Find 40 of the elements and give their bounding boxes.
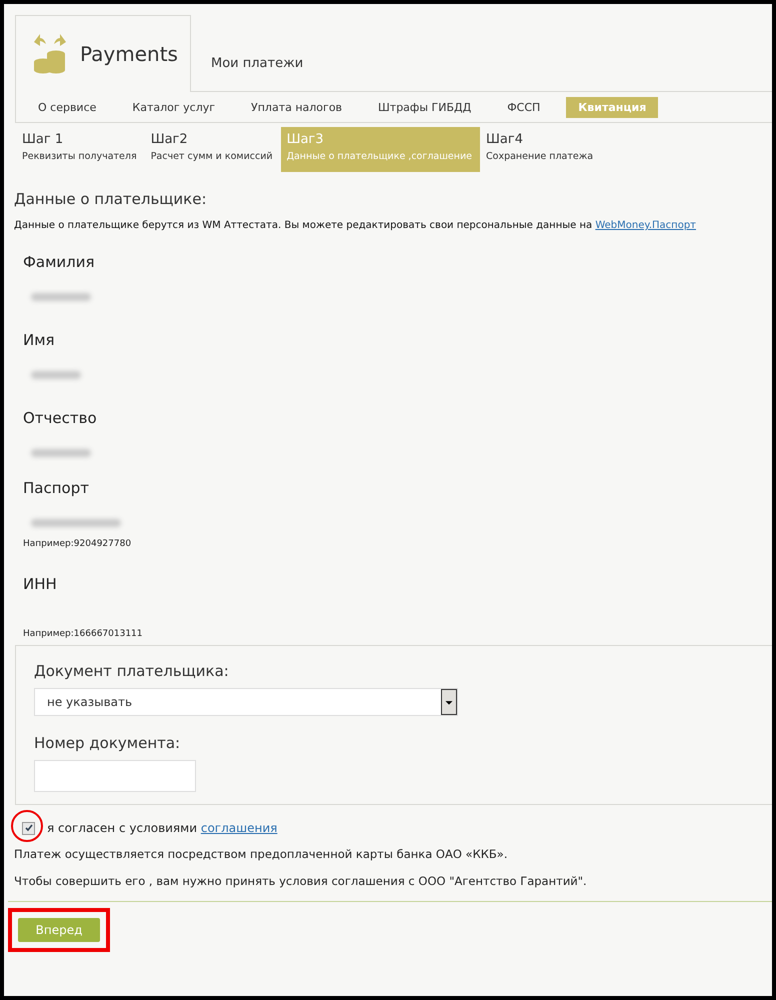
field-label: Документ плательщика: — [34, 662, 230, 680]
field-hint: Например:166667013111 — [23, 629, 144, 639]
step-subtitle: Данные о плательщике ,соглашение — [286, 151, 472, 162]
step-title: Шаг3 — [286, 132, 325, 147]
agree-checkbox[interactable] — [22, 822, 35, 834]
document-number-field[interactable] — [34, 760, 196, 792]
passport-link[interactable]: WebMoney.Паспорт — [595, 220, 696, 231]
field-hint: Например:9204927780 — [23, 539, 132, 549]
step-subtitle: Реквизиты получателя — [22, 151, 137, 162]
field-label: Фамилия — [23, 253, 96, 271]
field-label: ИНН — [23, 575, 58, 593]
tick-icon — [24, 824, 32, 832]
info-text: Данные о плательщике берутся из WM Аттестата. Вы можете редактировать свои персональные данные на WebMoney.Паспорт — [14, 220, 697, 231]
document-select[interactable]: не указывать — [34, 688, 458, 716]
step-title: Шаг4 — [486, 132, 524, 147]
step-title: Шаг2 — [150, 132, 189, 147]
field-label: Отчество — [23, 409, 98, 427]
field-label: Паспорт — [23, 479, 90, 497]
nav-link[interactable]: Уплата налогов — [239, 96, 354, 118]
caret-icon — [441, 689, 457, 715]
field-label: Номер документа: — [34, 734, 182, 752]
step-tab[interactable]: Шаг2 Расчет сумм и комиссий — [144, 127, 281, 172]
step-title: Шаг 1 — [22, 132, 64, 147]
nav-link[interactable]: Каталог услуг — [120, 96, 228, 118]
note-text: Платеж осуществляется посредством предоплаченной карты банка ОАО «ККБ». — [14, 847, 508, 861]
step-tab[interactable]: Шаг4 Сохранение платежа — [480, 127, 602, 172]
note-text: Чтобы совершить его , вам нужно принять условия соглашения с ООО "Агентство Гарантий". — [14, 874, 588, 888]
section-title: Данные о плательщике: — [14, 190, 208, 208]
field-label: Имя — [23, 331, 56, 349]
agreement-link[interactable]: соглашения — [200, 821, 278, 835]
brand-name: Payments — [80, 42, 178, 66]
nav-link[interactable]: ФССП — [495, 96, 552, 118]
agree-text: я согласен с условиями соглашения — [47, 821, 278, 835]
step-tab[interactable]: Шаг 1 Реквизиты получателя — [16, 127, 145, 172]
my-payments-tab[interactable]: Мои платежи — [190, 56, 324, 91]
payments-tab[interactable]: Payments — [15, 15, 191, 92]
step-subtitle: Расчет сумм и комиссий — [150, 151, 273, 162]
step-subtitle: Сохранение платежа — [486, 151, 594, 162]
nav-link[interactable]: Штрафы ГИБДД — [366, 96, 484, 118]
nav-link[interactable]: О сервисе — [26, 96, 108, 118]
